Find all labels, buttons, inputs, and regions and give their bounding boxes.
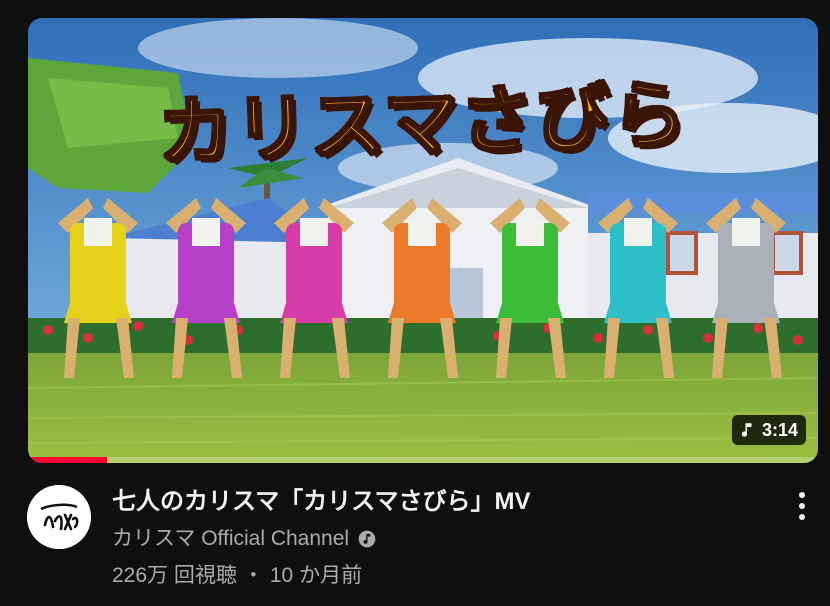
- dancer-part: [624, 218, 652, 246]
- video-thumbnail[interactable]: カリスマさびら 3:14: [28, 18, 818, 463]
- dancer-part: [84, 218, 112, 246]
- more-vert-icon[interactable]: [788, 486, 816, 526]
- video-card[interactable]: カリスマさびら 3:14 七人のカリスマ「カリスマさびら」MV カリスマ Off…: [0, 0, 830, 606]
- dancer-part: [300, 218, 328, 246]
- stats-separator: ・: [242, 564, 264, 587]
- watch-progress-bar: [28, 457, 818, 463]
- dancer-part: [732, 218, 760, 246]
- menu-dot: [799, 492, 805, 498]
- duration-text: 3:14: [761, 419, 798, 440]
- channel-name[interactable]: カリスマ Official Channel: [112, 524, 349, 554]
- view-count: 226万 回視聴: [112, 564, 237, 587]
- channel-row: カリスマ Official Channel: [112, 524, 752, 554]
- duration-badge: 3:14: [731, 415, 806, 445]
- video-meta: 七人のカリスマ「カリスマさびら」MV カリスマ Official Channel…: [112, 484, 752, 591]
- video-title[interactable]: 七人のカリスマ「カリスマさびら」MV: [112, 484, 752, 520]
- channel-avatar[interactable]: [27, 485, 91, 549]
- menu-dot: [799, 503, 805, 509]
- dancer-part: [192, 218, 220, 246]
- upload-date: 10 か月前: [269, 564, 363, 587]
- channel-logo: [27, 485, 91, 549]
- video-stats: 226万 回視聴・ 10 か月前: [112, 561, 752, 591]
- verified-artist-icon: [358, 530, 376, 548]
- dancer-part: [408, 218, 436, 246]
- menu-dot: [799, 514, 805, 520]
- dancer-part: [516, 218, 544, 246]
- music-note-icon: [741, 423, 752, 437]
- watch-progress-fill: [28, 457, 107, 463]
